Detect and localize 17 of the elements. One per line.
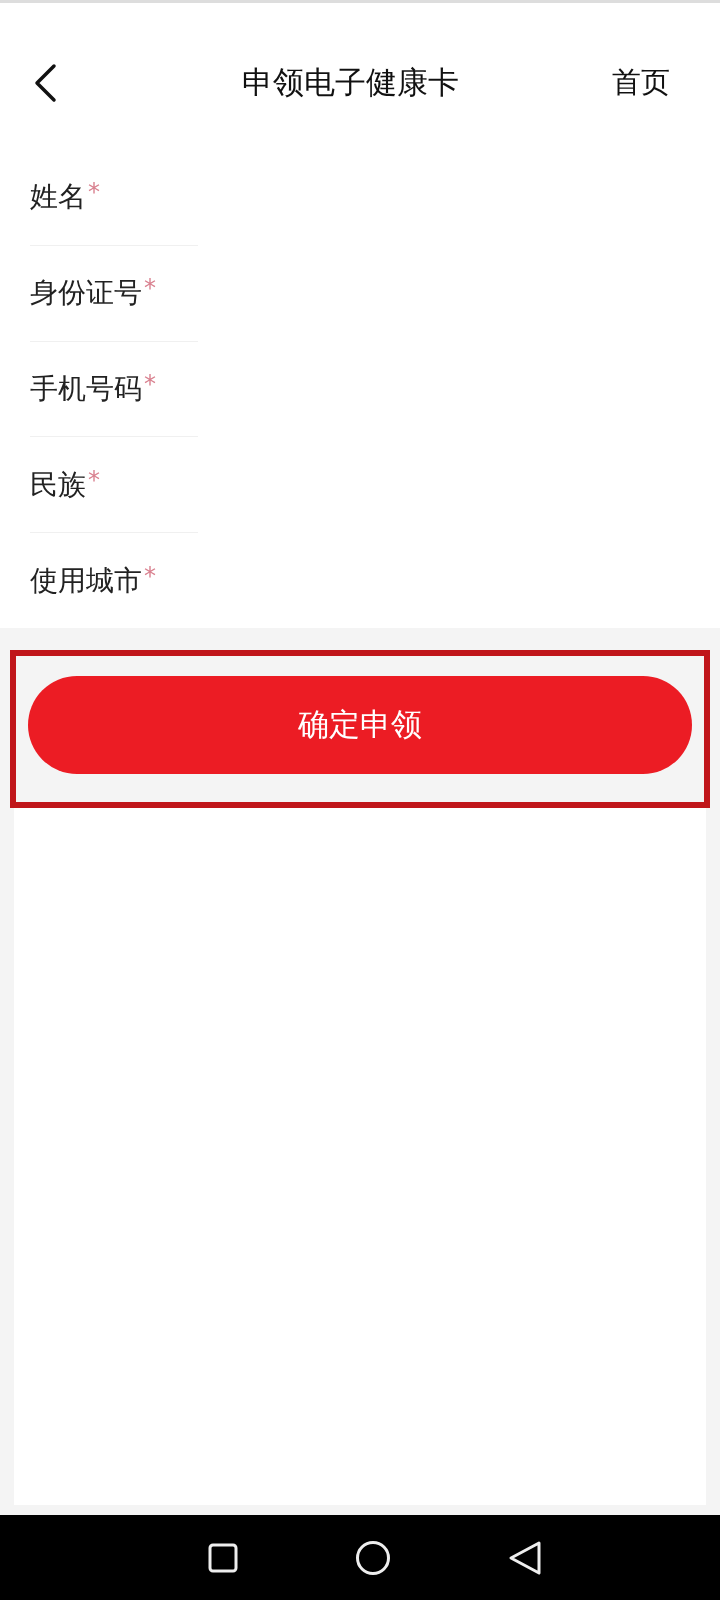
required-mark: * bbox=[144, 274, 156, 303]
field-label: 姓名 bbox=[30, 179, 86, 216]
page-title: 申领电子健康卡 bbox=[241, 62, 459, 102]
home-link[interactable]: 首页 bbox=[612, 62, 670, 103]
field-label: 身份证号 bbox=[30, 275, 142, 312]
home-icon[interactable] bbox=[355, 1539, 391, 1576]
required-mark: * bbox=[144, 370, 156, 398]
required-mark: * bbox=[88, 465, 100, 494]
back-icon[interactable] bbox=[507, 1539, 542, 1576]
field-label: 使用城市 bbox=[30, 562, 142, 599]
field-label: 民族 bbox=[30, 466, 86, 503]
recents-icon[interactable] bbox=[208, 1542, 239, 1573]
required-mark: * bbox=[144, 561, 156, 590]
field-label: 手机号码 bbox=[30, 371, 142, 407]
submit-button[interactable]: 确定申领 bbox=[28, 676, 692, 774]
required-mark: * bbox=[88, 178, 100, 207]
back-icon[interactable] bbox=[32, 62, 58, 103]
